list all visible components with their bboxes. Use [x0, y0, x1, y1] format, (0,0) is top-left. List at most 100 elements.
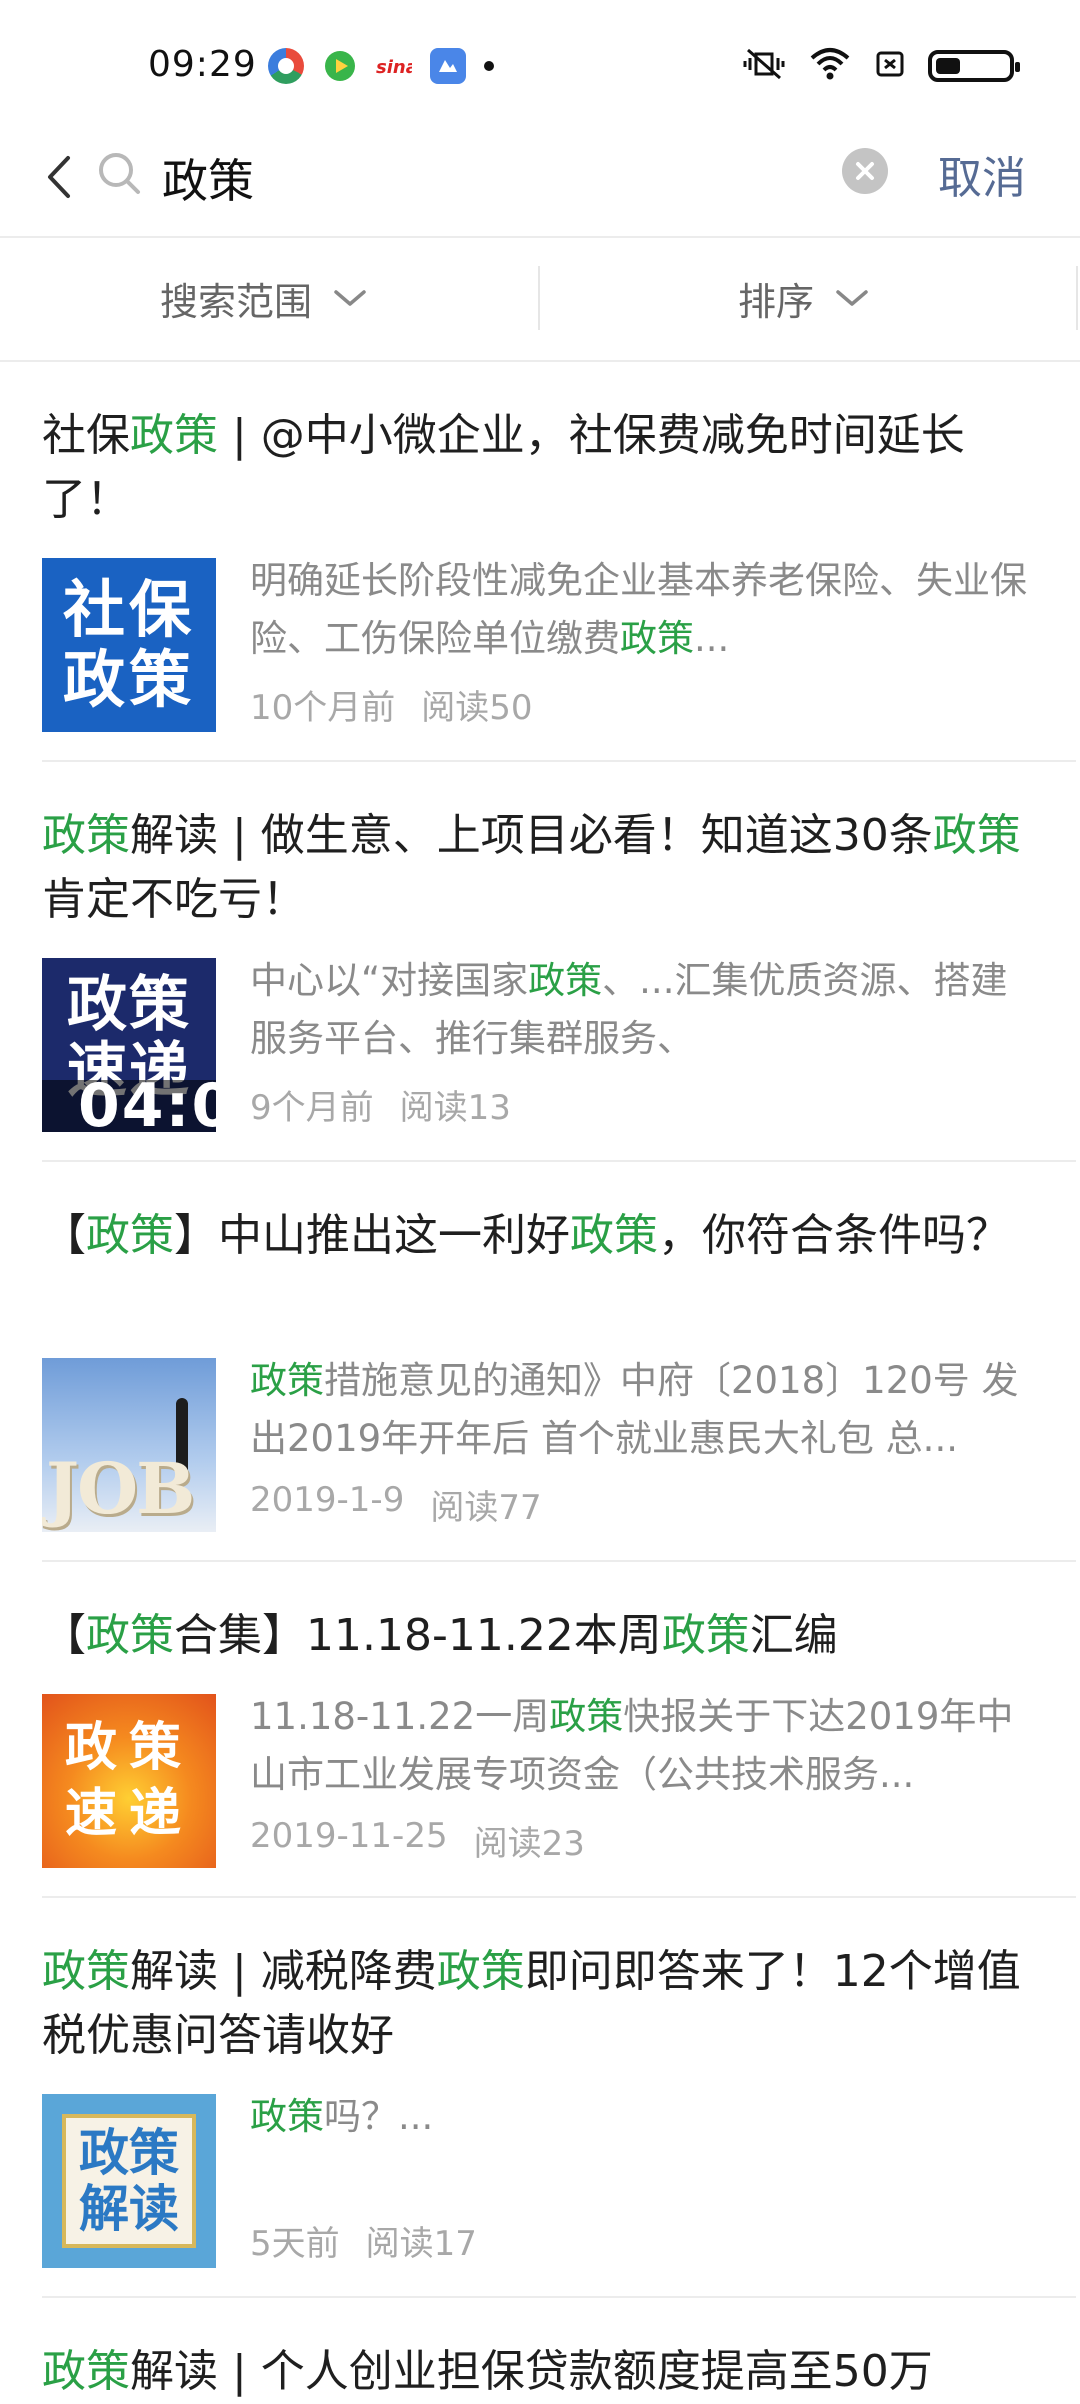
article-title: 社保政策 | @中小微企业，社保费减免时间延长了！: [42, 404, 1032, 532]
article-meta: 9个月前 阅读13: [250, 1080, 511, 1129]
chevron-down-icon: [836, 290, 868, 306]
thumbnail-text: 政策: [62, 643, 195, 716]
sina-weibo-icon: sina: [376, 48, 412, 84]
read-count: 阅读13: [399, 1088, 511, 1128]
highlighted-keyword: 政策: [86, 1610, 174, 1661]
read-count: 阅读50: [421, 688, 533, 728]
chevron-left-icon: [48, 156, 70, 198]
system-icons: [742, 46, 1020, 86]
svg-text:sina: sina: [376, 57, 412, 78]
article-thumbnail: 政策 速递: [42, 1694, 216, 1868]
text-segment: 措施意见的通知》中府〔2018〕120号 发出2019年开年后 首个就业惠民大礼…: [250, 1359, 1019, 1460]
highlighted-keyword: 政策: [42, 2346, 130, 2397]
thumbnail-text: 政策: [67, 970, 191, 1040]
highlighted-keyword: 政策: [130, 410, 218, 461]
article-thumbnail: 政策 速递 04:02: [42, 958, 216, 1132]
article-title: 政策解读 | 做生意、上项目必看！知道这30条政策肯定不吃亏！: [42, 804, 1032, 932]
search-icon: [92, 144, 152, 204]
highlighted-keyword: 政策: [549, 1695, 624, 1738]
thumbnail-text: 解读: [79, 2180, 179, 2238]
thumbnail-text: 政策: [64, 1718, 193, 1778]
status-bar: 09:29 sina: [0, 0, 1080, 130]
text-segment: 【: [42, 1610, 86, 1661]
thumbnail-frame: 政策 解读: [62, 2114, 196, 2248]
highlighted-keyword: 政策: [42, 810, 130, 861]
video-duration: 04:02: [78, 1071, 216, 1132]
search-bar: 取消: [0, 120, 1080, 238]
highlighted-keyword: 政策: [250, 1359, 324, 1402]
text-segment: 中心以“对接国家: [250, 959, 529, 1002]
battery-icon: [928, 50, 1020, 82]
article-meta: 2019-1-9 阅读77: [250, 1480, 542, 1529]
publish-time: 10个月前: [250, 688, 396, 728]
search-scope-dropdown[interactable]: 搜索范围: [0, 236, 530, 360]
thumbnail-text: 速递: [64, 1784, 193, 1844]
text-segment: 11.18-11.22一周: [250, 1695, 550, 1738]
notification-icons: sina: [268, 48, 494, 84]
text-segment: 社保: [42, 410, 130, 461]
map-app-icon: [430, 48, 466, 84]
filter-bar: 搜索范围 排序: [0, 236, 1080, 362]
sort-label: 排序: [737, 279, 814, 324]
sim-icon: [874, 48, 906, 84]
list-item[interactable]: 社保政策 | @中小微企业，社保费减免时间延长了！ 社保 政策 明确延长阶段性减…: [0, 362, 1080, 762]
highlighted-keyword: 政策: [250, 2095, 324, 2138]
article-meta: 2019-11-25 阅读23: [250, 1816, 585, 1865]
article-thumbnail: 政策 解读: [42, 2094, 216, 2268]
vibrate-icon: [742, 46, 786, 86]
article-title: 【政策】中山推出这一利好政策，你符合条件吗？: [42, 1204, 1032, 1268]
list-item[interactable]: 政策解读 | 做生意、上项目必看！知道这30条政策肯定不吃亏！ 政策 速递 04…: [0, 762, 1080, 1162]
highlighted-keyword: 政策: [932, 810, 1021, 861]
highlighted-keyword: 政策: [42, 1946, 130, 1997]
read-count: 阅读77: [430, 1488, 542, 1528]
search-results-list: 社保政策 | @中小微企业，社保费减免时间延长了！ 社保 政策 明确延长阶段性减…: [0, 362, 1080, 2298]
read-count: 阅读17: [365, 2224, 477, 2264]
publish-time: 5天前: [250, 2224, 340, 2264]
article-title: 政策解读 | 减税降费政策即问即答来了！12个增值税优惠问答请收好: [42, 1940, 1032, 2068]
list-item[interactable]: 政策解读 | 减税降费政策即问即答来了！12个增值税优惠问答请收好 政策 解读 …: [0, 1898, 1080, 2298]
read-count: 阅读23: [473, 1824, 585, 1864]
text-segment: 解读 | 减税降费: [130, 1946, 437, 1997]
colorful-circle-app-icon: [268, 48, 304, 84]
highlighted-keyword: 政策: [528, 959, 603, 1002]
highlighted-keyword: 政策: [620, 617, 694, 660]
filter-divider: [1076, 266, 1078, 330]
publish-time: 2019-1-9: [250, 1480, 405, 1520]
back-button[interactable]: [30, 142, 90, 212]
article-summary: 11.18-11.22一周政策快报关于下达2019年中山市工业发展专项资金（公共…: [250, 1688, 1040, 1804]
text-segment: 汇编: [749, 1610, 838, 1661]
highlighted-keyword: 政策: [86, 1210, 174, 1261]
highlighted-keyword: 政策: [436, 1946, 525, 1997]
wifi-icon: [808, 46, 852, 86]
chevron-down-icon: [334, 290, 366, 306]
article-meta: 5天前 阅读17: [250, 2216, 477, 2265]
text-segment: ...: [694, 617, 730, 660]
close-icon: [856, 162, 874, 180]
article-thumbnail: 社保 政策: [42, 558, 216, 732]
clear-search-button[interactable]: [842, 148, 888, 194]
publish-time: 2019-11-25: [250, 1816, 448, 1856]
list-item[interactable]: 【政策】中山推出这一利好政策，你符合条件吗？ JOB 政策措施意见的通知》中府〔…: [0, 1162, 1080, 1562]
highlighted-keyword: 政策: [661, 1610, 750, 1661]
publish-time: 9个月前: [250, 1088, 374, 1128]
article-thumbnail: JOB: [42, 1358, 216, 1532]
status-time: 09:29: [148, 44, 257, 85]
list-item[interactable]: 【政策合集】11.18-11.22本周政策汇编 政策 速递 11.18-11.2…: [0, 1562, 1080, 1898]
highlighted-keyword: 政策: [570, 1210, 658, 1261]
text-segment: 】中山推出这一利好: [174, 1210, 570, 1261]
article-summary: 中心以“对接国家政策、...汇集优质资源、搭建服务平台、推行集群服务、: [250, 952, 1040, 1068]
text-segment: 合集】11.18-11.22本周: [174, 1610, 662, 1661]
search-input[interactable]: [160, 142, 824, 214]
text-segment: 【: [42, 1210, 86, 1261]
text-segment: ，你符合条件吗？: [658, 1210, 1010, 1261]
text-segment: 肯定不吃亏！: [42, 874, 306, 925]
article-meta: 10个月前 阅读50: [250, 680, 533, 729]
article-title-partial[interactable]: 政策解读 | 个人创业担保贷款额度提高至50万: [42, 2340, 933, 2404]
thumbnail-text: 社保: [62, 573, 195, 646]
cancel-button[interactable]: 取消: [938, 142, 1026, 206]
thumbnail-text: 政策: [79, 2124, 179, 2182]
sort-dropdown[interactable]: 排序: [540, 236, 1070, 360]
article-summary: 政策措施意见的通知》中府〔2018〕120号 发出2019年开年后 首个就业惠民…: [250, 1352, 1040, 1468]
article-summary: 明确延长阶段性减免企业基本养老保险、失业保险、工伤保险单位缴费政策...: [250, 552, 1040, 668]
search-scope-label: 搜索范围: [159, 279, 312, 324]
